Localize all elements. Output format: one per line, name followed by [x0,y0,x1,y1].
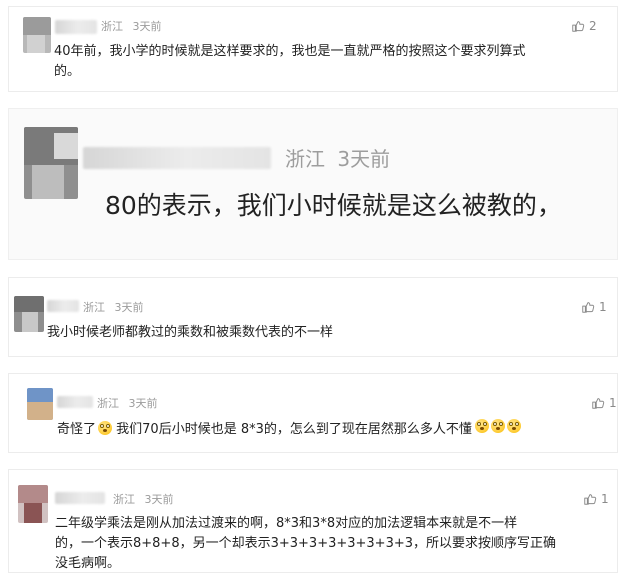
location-label: 浙江 [97,397,119,410]
username-blurred [55,492,105,504]
comment-card-2: 浙江 3天前 80的表示，我们小时候就是这么被教的， [8,108,618,260]
flushed-face-emoji-icon [98,421,113,435]
time-label: 3天前 [128,397,158,410]
thumb-up-icon [582,302,595,313]
time-label: 3天前 [144,493,174,506]
comment-text-line: 的。 [54,64,81,79]
thumb-up-icon [592,398,605,409]
avatar [27,388,53,420]
comment-text-line: 二年级学乘法是刚从加法过渡来的啊，8*3和3*8对应的加法逻辑本来就是不一样 [55,516,518,531]
like-button[interactable]: 2 [571,19,597,33]
thumb-up-icon [584,494,597,505]
comment-text: 奇怪了 我们70后小时候也是 8*3的，怎么到了现在居然那么多人不懂 [57,419,521,440]
avatar [24,127,78,199]
time-label: 3天前 [337,147,391,171]
flushed-face-emoji-icon [490,419,505,433]
like-count: 1 [599,300,607,314]
flushed-face-emoji-icon [474,419,489,433]
thumb-up-icon [572,21,585,32]
like-count: 1 [601,492,609,506]
comment-text-line: 40年前，我小学的时候就是这样要求的，我也是一直就严格的按照这个要求列算式 [54,44,526,59]
comment-meta: 浙江 3天前 [97,397,158,411]
avatar [14,296,44,332]
like-count: 2 [589,19,597,33]
flushed-face-emoji-icon [506,419,521,433]
username-blurred [83,147,271,169]
username-blurred [57,396,93,408]
comment-card-5: 浙江 3天前 1 二年级学乘法是刚从加法过渡来的啊，8*3和3*8对应的加法逻辑… [8,469,618,573]
like-button[interactable]: 1 [581,300,607,314]
time-label: 3天前 [132,20,162,33]
comment-meta: 浙江 3天前 [101,20,162,34]
comment-screenshot: 浙江 3天前 2 40年前，我小学的时候就是这样要求的，我也是一直就严格的按照这… [0,0,624,579]
comment-text-part: 我们70后小时候也是 8*3的，怎么到了现在居然那么多人不懂 [116,422,472,437]
comment-card-3: 浙江 3天前 1 我小时候老师都教过的乘数和被乘数代表的不一样 [8,277,618,357]
comment-card-4: 浙江 3天前 1 奇怪了 我们70后小时候也是 8*3的，怎么到了现在居然那么多… [8,373,618,453]
location-label: 浙江 [285,147,325,171]
location-label: 浙江 [101,20,123,33]
comment-text-line: 没毛病啊。 [55,556,121,571]
username-blurred [47,300,79,312]
comment-text-line: 的，一个表示8+8+8，另一个却表示3+3+3+3+3+3+3+3，所以要求按顺… [55,536,557,551]
avatar [18,485,48,523]
comment-text-line: 我小时候老师都教过的乘数和被乘数代表的不一样 [47,325,334,340]
avatar [23,17,51,53]
comment-text-part: 奇怪了 [57,422,97,437]
comment-card-1: 浙江 3天前 2 40年前，我小学的时候就是这样要求的，我也是一直就严格的按照这… [8,6,618,92]
comment-text-line: 80的表示，我们小时候就是这么被教的， [105,191,562,220]
username-blurred [55,20,97,34]
comment-meta: 浙江 3天前 [113,493,174,507]
comment-meta: 浙江 3天前 [83,301,144,315]
emoji-group [473,419,521,433]
time-label: 3天前 [114,301,144,314]
like-button[interactable]: 1 [591,396,617,410]
like-button[interactable]: 1 [583,492,609,506]
like-count: 1 [609,396,617,410]
location-label: 浙江 [83,301,105,314]
location-label: 浙江 [113,493,135,506]
comment-meta: 浙江 3天前 [285,147,390,171]
